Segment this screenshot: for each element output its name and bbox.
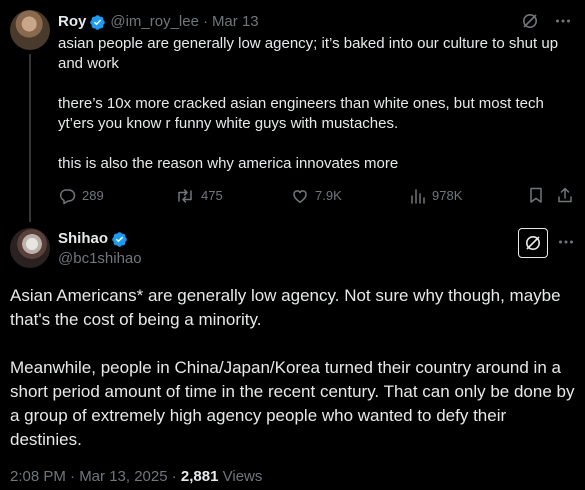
verified-icon [90,14,106,30]
header-separator: · [202,13,208,30]
tweet-paragraph: this is also the reason why america inno… [58,155,399,172]
parent-top-icons [521,12,571,30]
author-handle[interactable]: @bc1shihao [58,249,142,269]
reply-icon [59,189,76,205]
more-icon[interactable] [558,234,574,250]
avatar-roy[interactable] [10,10,50,50]
tweet-meta: 2:08 PM · Mar 13, 2025 · 2,881 Views [10,467,262,487]
like-button[interactable]: 7.9K [291,186,342,206]
repost-button[interactable]: 475 [175,186,223,206]
tweet-thread: Roy @im_roy_lee · Mar 13 asian people ar… [0,0,585,490]
repost-icon [178,189,192,203]
author-name[interactable]: Roy [58,12,86,32]
reply-count: 289 [82,188,104,203]
repost-count: 475 [201,188,223,203]
tweet-date[interactable]: Mar 13 [212,12,259,32]
tweet-paragraph: Asian Americans* are generally low agenc… [10,286,561,329]
parent-action-bar: 289 475 7.9K 978K [58,186,576,206]
author-handle[interactable]: @im_roy_lee [110,12,199,32]
bookmark-button[interactable] [528,186,544,204]
main-tweet[interactable]: Shihao @bc1shihao Asian Americans* are g… [0,214,585,490]
views-count: 2,881 [180,468,219,485]
main-tweet-text: Asian Americans* are generally low agenc… [10,284,576,452]
share-button[interactable] [556,186,574,204]
tweet-timestamp[interactable]: 2:08 PM · Mar 13, 2025 · [10,468,181,485]
parent-tweet[interactable]: Roy @im_roy_lee · Mar 13 asian people ar… [0,0,585,222]
grok-icon [526,236,540,250]
avatar-shihao[interactable] [10,228,50,268]
tweet-paragraph: there’s 10x more cracked asian engineers… [58,95,544,132]
grok-icon[interactable] [521,12,539,30]
main-tweet-name-row: Shihao [58,229,128,249]
grok-button[interactable] [518,228,548,258]
tweet-paragraph: asian people are generally low agency; i… [58,35,559,72]
bookmark-icon [530,187,542,203]
more-icon[interactable] [555,13,571,29]
views-label: Views [222,468,263,485]
share-icon [558,187,572,203]
reply-button[interactable]: 289 [58,186,104,206]
parent-tweet-header: Roy @im_roy_lee · Mar 13 [58,12,259,32]
like-icon [293,190,307,203]
views-icon [411,189,425,204]
tweet-paragraph: Meanwhile, people in China/Japan/Korea t… [10,358,575,449]
views-count: 978K [432,188,463,203]
like-count: 7.9K [315,188,342,203]
thread-connector-line [29,54,31,222]
verified-icon [112,231,127,247]
author-name[interactable]: Shihao [58,229,108,249]
views-button[interactable]: 978K [410,186,462,206]
parent-tweet-text: asian people are generally low agency; i… [58,34,574,174]
